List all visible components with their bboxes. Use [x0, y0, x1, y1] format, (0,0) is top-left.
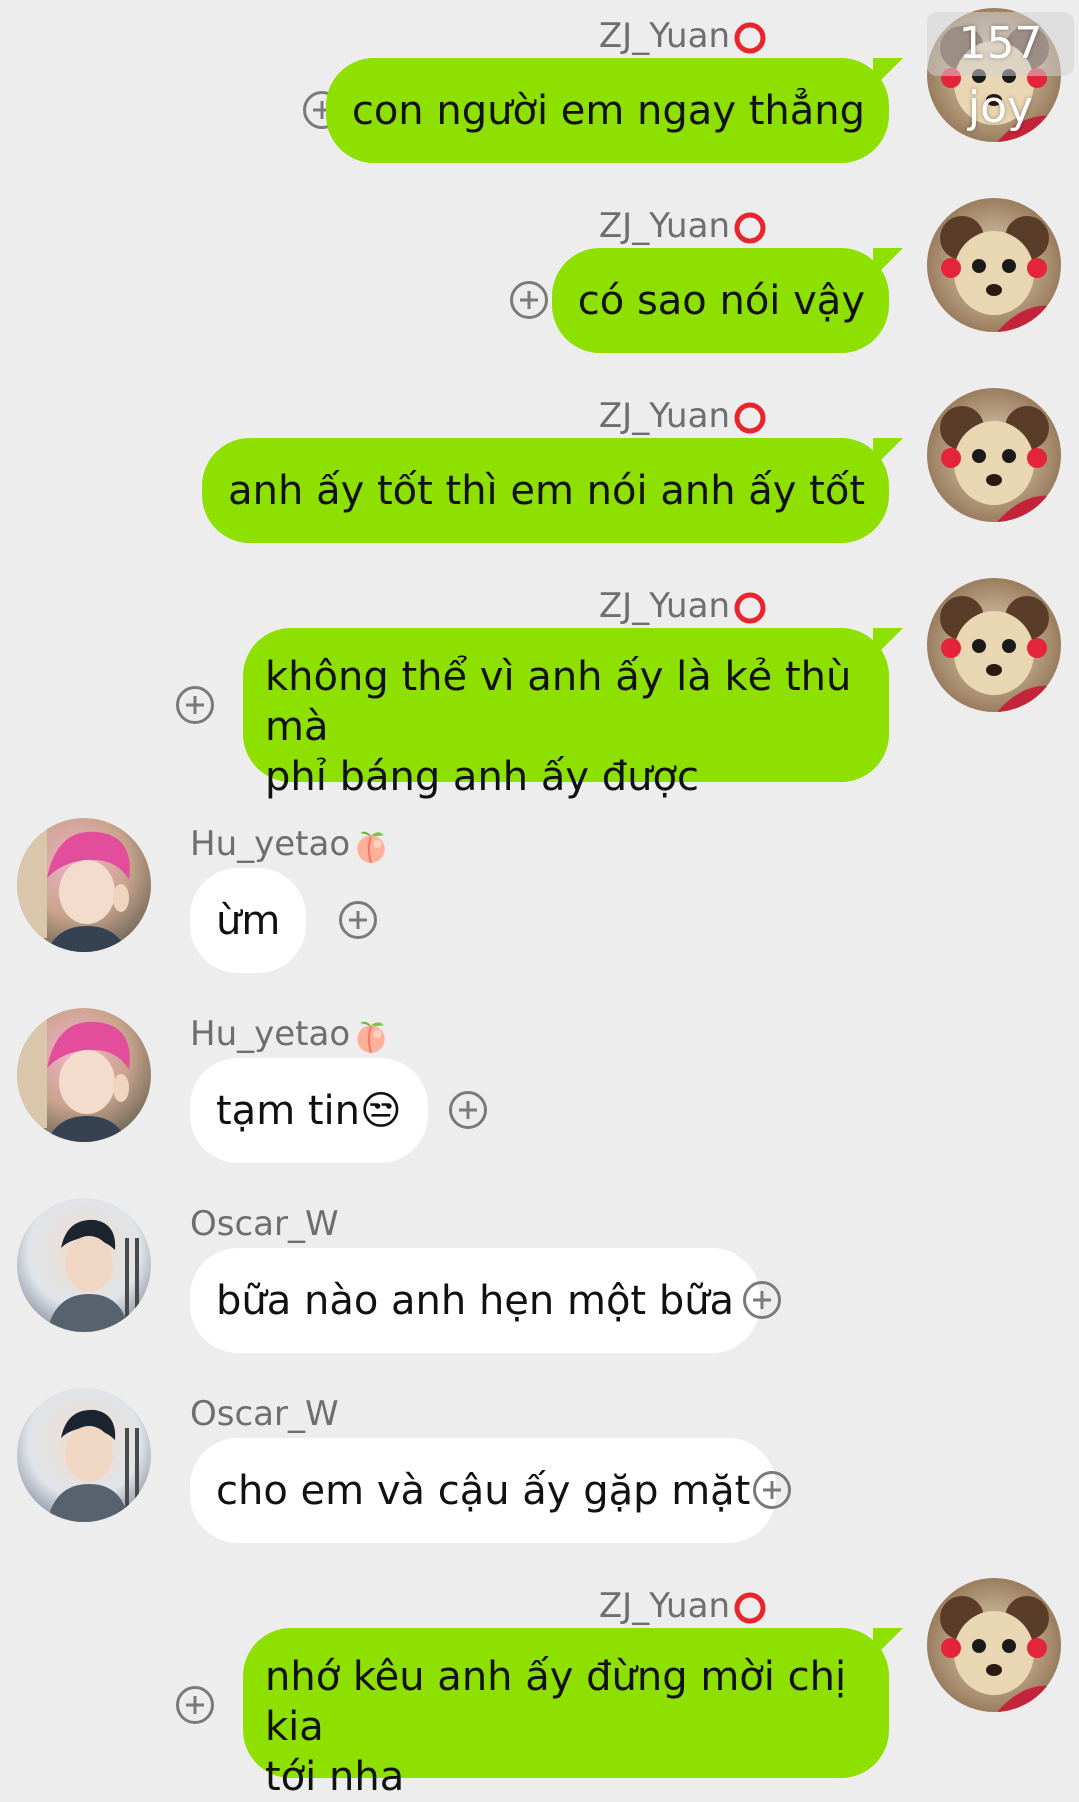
sender-name: ZJ_Yuan: [599, 396, 768, 436]
avatar[interactable]: [17, 818, 151, 952]
message-bubble[interactable]: con người em ngay thẳng: [325, 58, 889, 163]
plus-circle-icon[interactable]: [743, 1281, 781, 1319]
peach-icon: [352, 1017, 390, 1055]
red-ring-icon: [732, 20, 768, 56]
sender-name: Oscar_W: [190, 1204, 339, 1244]
avatar[interactable]: [17, 1198, 151, 1332]
bubble-tail: [873, 58, 903, 88]
avatar[interactable]: [927, 578, 1061, 712]
plus-circle-icon[interactable]: [510, 281, 548, 319]
plus-circle-icon[interactable]: [449, 1091, 487, 1129]
sender-name: ZJ_Yuan: [599, 586, 768, 626]
avatar[interactable]: [927, 1578, 1061, 1712]
message-bubble[interactable]: không thể vì anh ấy là kẻ thù mà phỉ bán…: [243, 628, 889, 800]
sender-name: ZJ_Yuan: [599, 1586, 768, 1626]
red-ring-icon: [732, 590, 768, 626]
sender-name: Oscar_W: [190, 1394, 339, 1434]
message-bubble[interactable]: anh ấy tốt thì em nói anh ấy tốt: [202, 438, 889, 543]
message-bubble[interactable]: có sao nói vậy: [551, 248, 889, 353]
message-bubble[interactable]: cho em và cậu ấy gặp mặt: [190, 1438, 777, 1543]
plus-circle-icon[interactable]: [176, 1686, 214, 1724]
avatar[interactable]: [927, 198, 1061, 332]
sender-name: Hu_yetao: [190, 1014, 390, 1055]
red-ring-icon: [732, 1590, 768, 1626]
red-ring-icon: [732, 210, 768, 246]
message-bubble[interactable]: nhớ kêu anh ấy đừng mời chị kia tới nha: [243, 1628, 889, 1800]
bubble-tail: [873, 1628, 903, 1658]
unamused-face-emoji: 😒: [360, 1088, 402, 1134]
peach-icon: [352, 827, 390, 865]
avatar[interactable]: [17, 1388, 151, 1522]
avatar[interactable]: [927, 388, 1061, 522]
plus-circle-icon[interactable]: [753, 1471, 791, 1509]
message-bubble[interactable]: bữa nào anh hẹn một bữa: [190, 1248, 761, 1353]
sender-name: ZJ_Yuan: [599, 206, 768, 246]
plus-circle-icon[interactable]: [176, 686, 214, 724]
plus-circle-icon[interactable]: [339, 901, 377, 939]
message-bubble[interactable]: ừm: [190, 868, 307, 973]
red-ring-icon: [732, 400, 768, 436]
message-bubble[interactable]: tạm tin😒: [190, 1058, 428, 1163]
avatar[interactable]: [17, 1008, 151, 1142]
counter-overlay: 157 joy: [927, 12, 1074, 133]
sender-name: Hu_yetao: [190, 824, 390, 865]
bubble-tail: [873, 248, 903, 278]
bubble-tail: [873, 628, 903, 658]
bubble-tail: [873, 438, 903, 468]
sender-name: ZJ_Yuan: [599, 16, 768, 56]
